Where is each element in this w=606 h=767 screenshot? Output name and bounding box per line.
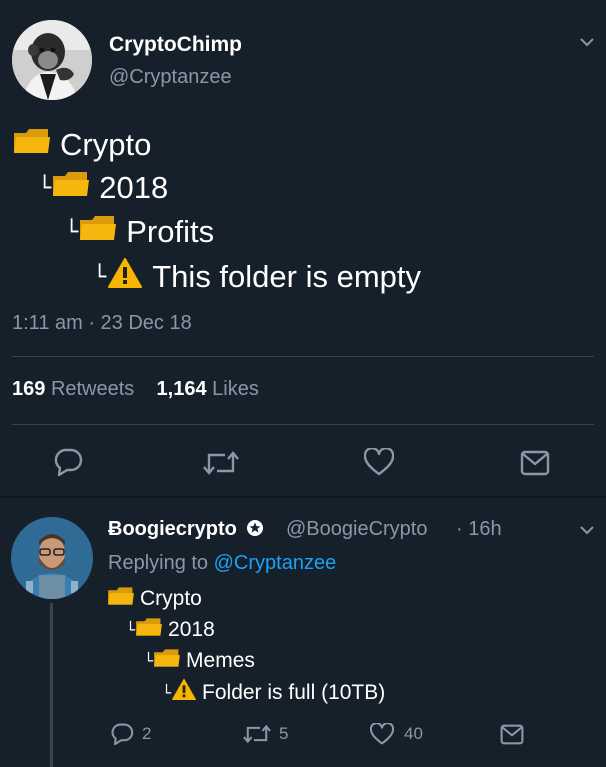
retweet-icon	[243, 724, 271, 744]
reply-icon	[111, 723, 134, 745]
branch-glyph: └	[126, 621, 136, 639]
reply-time[interactable]: · 16h	[456, 518, 502, 541]
retweets-count: 169	[12, 378, 46, 400]
reply-reply-button[interactable]: 2	[110, 723, 151, 745]
tree-line: Crypto	[14, 127, 151, 163]
branch-glyph: └	[162, 683, 172, 702]
tree-line: └ Profits	[65, 214, 214, 250]
folder-icon	[108, 586, 134, 612]
author-handle[interactable]: @Cryptanzee	[109, 66, 232, 89]
folder-icon	[154, 648, 180, 674]
reply-author-label: Ƀoogiecrypto	[108, 518, 237, 540]
replying-prefix: Replying to	[108, 552, 209, 574]
avatar[interactable]	[12, 20, 92, 100]
divider	[12, 424, 594, 425]
divider	[12, 356, 594, 357]
like-icon	[370, 723, 394, 745]
branch-glyph: └	[65, 219, 79, 245]
reply-dm-button[interactable]	[500, 724, 524, 745]
branch-glyph: └	[38, 175, 52, 201]
likes-stat[interactable]: 1,164 Likes	[157, 378, 259, 400]
tree-line: └ 2018	[38, 170, 168, 206]
branch-glyph: └	[93, 264, 107, 290]
reply-like-button[interactable]: 40	[370, 723, 423, 745]
tree-line: └ Memes	[144, 648, 255, 674]
dm-button[interactable]	[520, 450, 550, 481]
retweets-stat[interactable]: 169 Retweets	[12, 378, 134, 400]
tree-line: └ Folder is full (10TB)	[162, 679, 385, 706]
tree-line: └ 2018	[126, 617, 215, 643]
reply-avatar[interactable]	[11, 517, 93, 599]
tree-line: Crypto	[108, 586, 202, 612]
dm-icon	[500, 724, 524, 745]
tweet-stats: 169 Retweets 1,164 Likes	[12, 378, 259, 401]
replying-to-link[interactable]: @Cryptanzee	[214, 552, 337, 574]
tree-label: Profits	[126, 214, 215, 249]
reply-author-name[interactable]: Ƀoogiecrypto	[108, 518, 264, 543]
retweets-label: Retweets	[50, 378, 135, 400]
tree-label: Folder is full (10TB)	[202, 680, 386, 704]
like-button[interactable]	[363, 446, 395, 481]
retweet-count: 5	[279, 724, 289, 743]
folder-icon	[14, 127, 50, 163]
tree-line: └ This folder is empty	[93, 258, 421, 296]
dm-icon	[520, 450, 550, 476]
star-badge-icon	[246, 519, 264, 543]
thread-line	[50, 603, 53, 767]
tree-label: Crypto	[60, 127, 152, 162]
tweet-timestamp[interactable]: 1:11 am · 23 Dec 18	[12, 312, 192, 335]
chevron-down-icon[interactable]	[580, 523, 594, 537]
branch-glyph: └	[144, 652, 154, 670]
tree-label: Crypto	[140, 587, 202, 610]
retweet-icon	[203, 451, 239, 475]
folder-icon	[80, 214, 117, 250]
tree-label: Memes	[186, 649, 255, 672]
reply-count: 2	[142, 724, 152, 743]
like-icon	[363, 446, 395, 476]
likes-label: Likes	[212, 378, 259, 400]
tree-label: 2018	[99, 170, 169, 205]
folder-icon	[53, 170, 90, 206]
replying-to: Replying to @Cryptanzee	[108, 552, 336, 575]
likes-count: 1,164	[156, 378, 207, 400]
folder-icon	[136, 617, 162, 643]
reply-button[interactable]	[53, 448, 83, 481]
reply-retweet-button[interactable]: 5	[243, 724, 288, 744]
retweet-button[interactable]	[203, 450, 239, 481]
reply-author-handle[interactable]: @BoogieCrypto	[286, 518, 427, 541]
reply-icon	[54, 448, 83, 477]
author-name[interactable]: CryptoChimp	[109, 33, 242, 57]
tweet-separator	[0, 496, 606, 498]
main-tweet: CryptoChimp @Cryptanzee Crypto └ 2018 └ …	[0, 0, 606, 497]
warning-icon	[108, 258, 143, 296]
tree-label: 2018	[168, 618, 215, 641]
chevron-down-icon[interactable]	[580, 35, 594, 49]
like-count: 40	[404, 724, 423, 743]
warning-icon	[172, 679, 196, 706]
tree-label: This folder is empty	[152, 259, 422, 294]
